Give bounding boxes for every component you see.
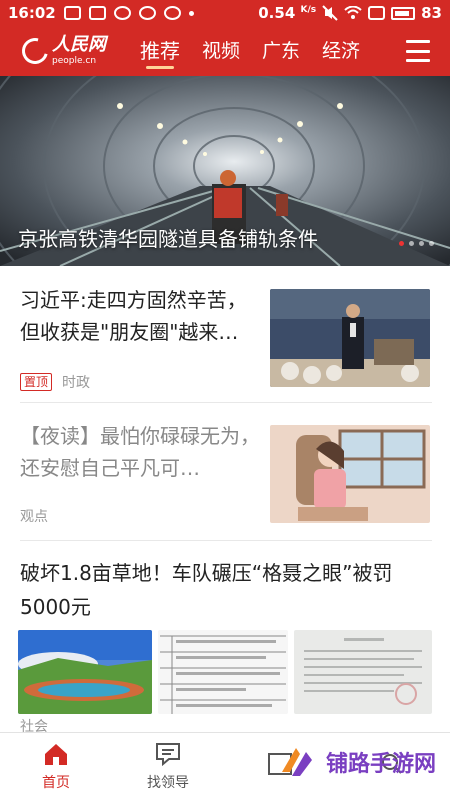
- news-image-1: [18, 630, 152, 714]
- carousel-dot: [429, 241, 434, 246]
- battery-level: 83: [421, 4, 442, 22]
- nav-find-leader[interactable]: 找领导: [112, 733, 224, 800]
- news-item[interactable]: 习近平:走四方固然辛苦，但收获是"朋友圈"越来… 置顶 时政: [0, 282, 450, 402]
- hero-title: 京张高铁清华园隧道具备铺轨条件: [18, 227, 318, 251]
- nav-home[interactable]: 首页: [0, 733, 112, 800]
- news-title: 习近平:走四方固然辛苦，但收获是"朋友圈"越来…: [20, 288, 247, 344]
- upload-icon: [63, 6, 81, 20]
- check-icon: [138, 6, 156, 20]
- logo-cn: 人民网: [52, 34, 106, 55]
- watermark: 铺路手游网: [278, 742, 436, 782]
- news-category: 观点: [20, 509, 48, 525]
- news-meta: 观点: [20, 506, 48, 526]
- tab-video[interactable]: 视频: [202, 26, 240, 76]
- mute-icon: [322, 5, 338, 21]
- notification-dot-icon: [188, 10, 194, 16]
- tab-guangdong[interactable]: 广东: [262, 26, 300, 76]
- carousel-dots: [399, 241, 434, 246]
- people-logo[interactable]: 人民网 people.cn: [0, 26, 110, 76]
- weibo-icon: [163, 6, 181, 20]
- top-header: 人民网 people.cn 推荐 视频 广东 经济: [0, 26, 450, 76]
- tab-economy[interactable]: 经济: [322, 26, 360, 76]
- home-icon: [45, 744, 67, 765]
- net-speed-unit: K/s: [300, 5, 317, 15]
- sim-icon: [368, 6, 386, 20]
- wifi-icon: [344, 6, 362, 19]
- logo-en: people.cn: [52, 56, 97, 66]
- watermark-text: 铺路手游网: [325, 752, 436, 777]
- tab-recommend[interactable]: 推荐: [140, 26, 180, 76]
- logo-mark-icon: [17, 33, 53, 69]
- news-thumbnail: [270, 289, 430, 387]
- nav-find-leader-label: 找领导: [147, 775, 189, 791]
- battery-icon: [391, 6, 416, 20]
- mail-icon: [88, 6, 106, 20]
- channel-tabs: 推荐 视频 广东 经济: [140, 26, 360, 76]
- net-speed-value: 0.54: [258, 4, 296, 22]
- carousel-dot: [409, 241, 414, 246]
- feed-divider: [20, 540, 432, 541]
- check-icon: [113, 6, 131, 20]
- news-title: 【夜读】最怕你碌碌无为，还安慰自己平凡可…: [20, 424, 260, 480]
- carousel-dot: [399, 241, 404, 246]
- hero-banner[interactable]: 京张高铁清华园隧道具备铺轨条件: [0, 76, 450, 266]
- watermark-logo-icon: [281, 748, 312, 776]
- news-item[interactable]: 【夜读】最怕你碌碌无为，还安慰自己平凡可… 观点: [0, 418, 450, 538]
- net-speed: 0.54 K/s: [258, 4, 316, 22]
- news-image-3: [294, 630, 432, 714]
- news-category: 时政: [62, 375, 91, 391]
- nav-home-label: 首页: [42, 775, 70, 791]
- pinned-badge: 置顶: [20, 373, 53, 391]
- logo-text: 人民网 people.cn: [52, 36, 106, 66]
- news-image-2: [158, 630, 288, 714]
- news-meta: 置顶 时政: [20, 372, 90, 392]
- news-title: 破坏1.8亩草地！车队碾压“格聂之眼”被罚5000元: [20, 561, 393, 619]
- news-thumbnail: [270, 425, 430, 523]
- status-time: 16:02: [8, 4, 56, 22]
- news-item[interactable]: 破坏1.8亩草地！车队碾压“格聂之眼”被罚5000元 社会: [0, 556, 450, 735]
- menu-icon[interactable]: [406, 40, 430, 62]
- carousel-dot: [419, 241, 424, 246]
- feed-divider: [20, 402, 432, 403]
- status-bar: 16:02 0.54 K/s 83: [0, 0, 450, 26]
- message-icon: [156, 743, 180, 766]
